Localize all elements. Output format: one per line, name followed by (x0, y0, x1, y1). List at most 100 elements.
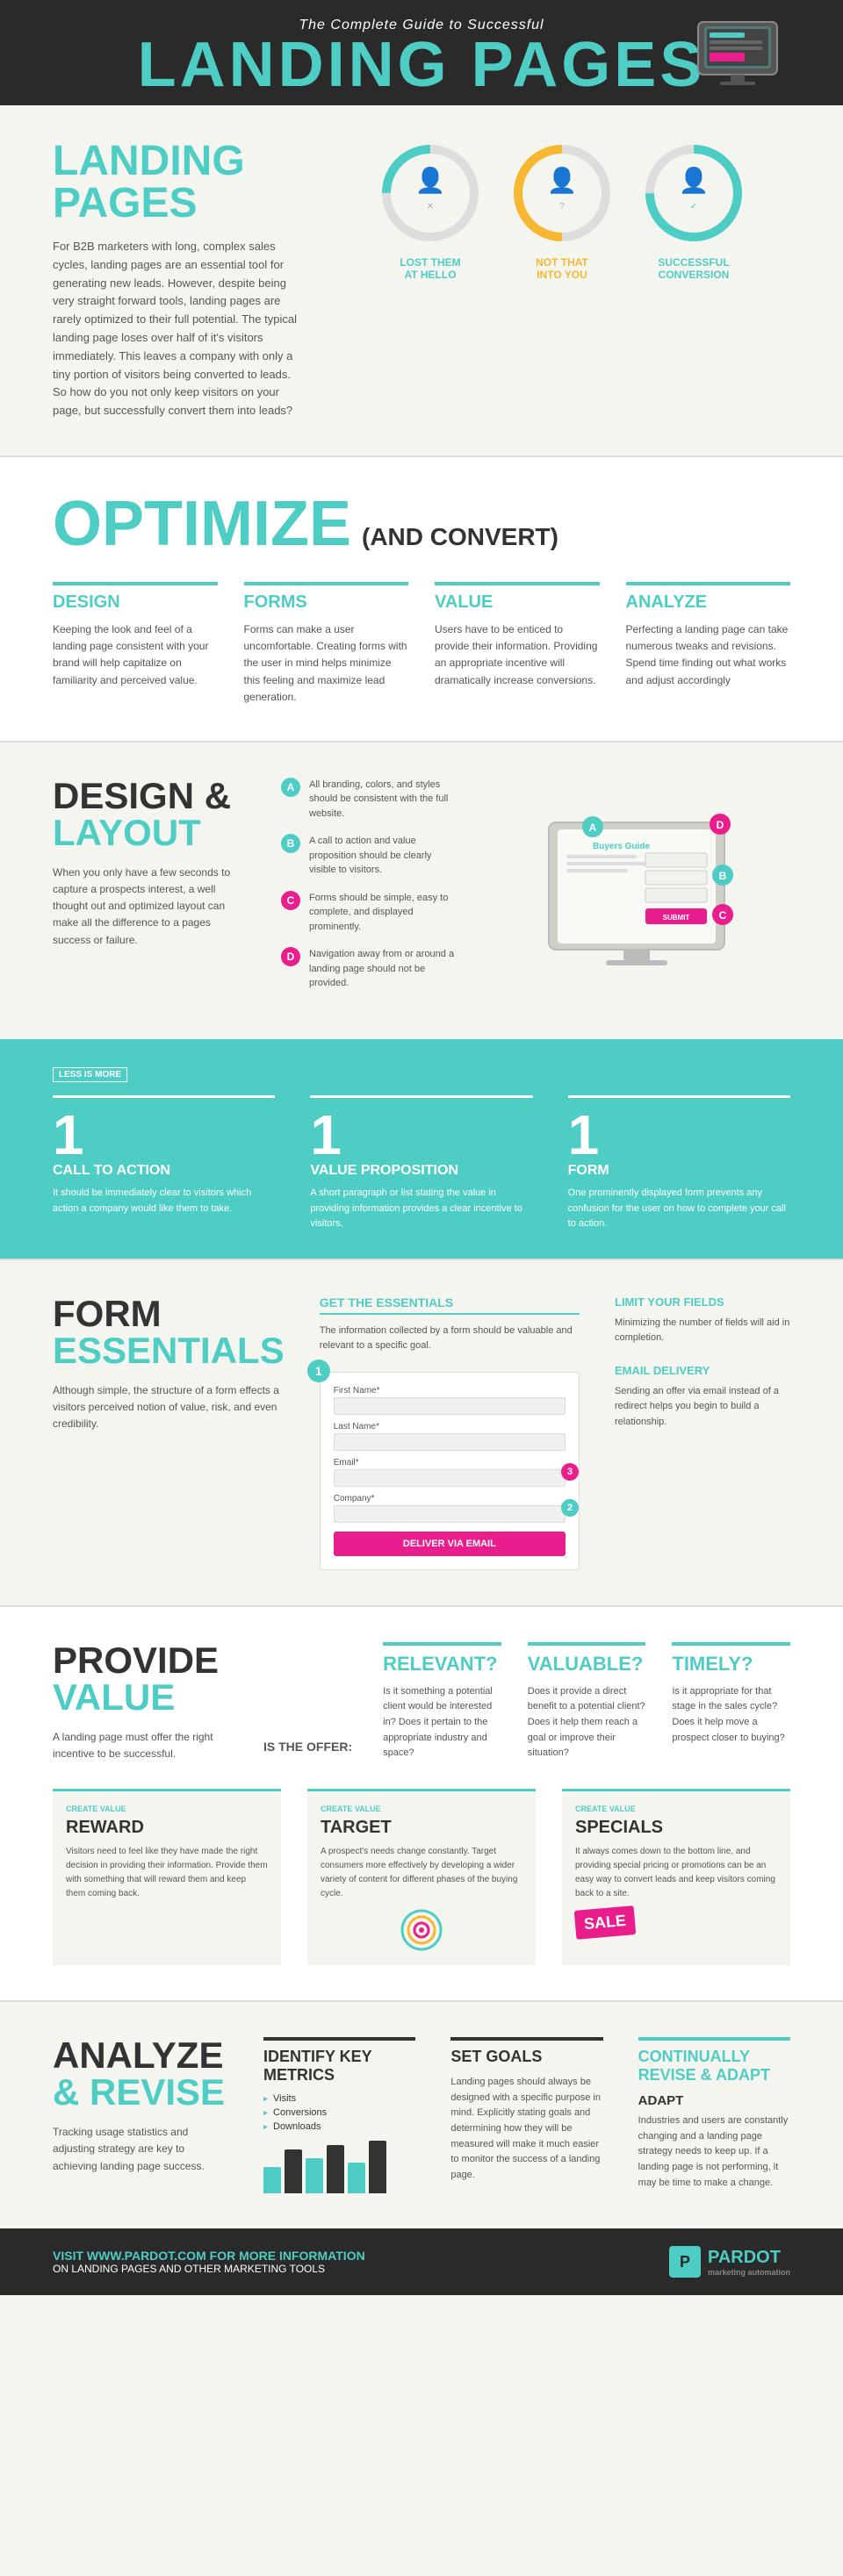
value-question-valuable: VALUABLE? Does it provide a direct benef… (528, 1642, 646, 1762)
analyze-title: ANALYZE & REVISE (53, 2037, 228, 2111)
circle-successful: 👤 ✓ SUCCESSFUL CONVERSION (641, 140, 746, 282)
point-letter-b: B (281, 834, 300, 853)
email-delivery-text: Sending an offer via email instead of a … (615, 1384, 790, 1431)
intro-left: LANDING PAGES For B2B marketers with lon… (53, 140, 299, 420)
optimize-cols: DESIGN Keeping the look and feel of a la… (53, 582, 790, 706)
form-field-company: Company* 2 (334, 1494, 566, 1523)
value-card-specials: CREATE VALUE SPECIALS It always comes do… (562, 1789, 790, 1965)
less-col-value-prop: 1 VALUE PROPOSITION A short paragraph or… (310, 1095, 532, 1232)
continually-title: CONTINUALLY REVISE & ADAPT (638, 2037, 790, 2084)
form-label-lastname: Last Name* (334, 1422, 566, 1432)
design-layout-section: DESIGN & LAYOUT When you only have a few… (0, 743, 843, 1039)
form-input-firstname[interactable] (334, 1397, 566, 1415)
limit-title: LIMIT YOUR FIELDS (615, 1295, 790, 1309)
set-goals-text: Landing pages should always be designed … (450, 2075, 602, 2183)
point-text-c: Forms should be simple, easy to complete… (309, 891, 457, 935)
form-left: FORM ESSENTIALS Although simple, the str… (53, 1295, 285, 1570)
optimize-design-title: DESIGN (53, 582, 218, 613)
svg-text:✕: ✕ (427, 202, 434, 212)
value-cards: CREATE VALUE REWARD Visitors need to fee… (53, 1789, 790, 1965)
design-point-c: C Forms should be simple, easy to comple… (281, 891, 457, 935)
svg-text:B: B (719, 870, 727, 882)
bar-1 (263, 2167, 281, 2193)
analyze-text: Tracking usage statistics and adjusting … (53, 2124, 228, 2175)
optimize-title: OPTIMIZE (AND CONVERT) (53, 492, 790, 556)
metrics-bar-chart (263, 2141, 415, 2193)
target-card-text: A prospect's needs change constantly. Ta… (321, 1845, 522, 1901)
timely-text: Is it appropriate for that stage in the … (672, 1684, 790, 1746)
less-col-form: 1 FORM One prominently displayed form pr… (568, 1095, 790, 1232)
form-submit-btn[interactable]: DELIVER VIA EMAIL (334, 1532, 566, 1556)
less-num-2: 1 (310, 1107, 532, 1163)
intro-circles: 👤 ✕ LOST THEM AT HELLO 👤 ? NOT THAT (334, 140, 790, 299)
specials-card-text: It always comes down to the bottom line,… (575, 1845, 777, 1901)
less-tag: LESS IS MORE (53, 1067, 127, 1082)
design-right: A All branding, colors, and styles shoul… (281, 778, 790, 1004)
svg-text:Buyers Guide: Buyers Guide (593, 842, 650, 851)
form-label-company: Company* (334, 1494, 566, 1503)
provide-value-text: A landing page must offer the right ince… (53, 1729, 228, 1762)
design-point-b: B A call to action and value proposition… (281, 834, 457, 878)
form-num-2: 2 (561, 1499, 579, 1517)
circle-svg-2: 👤 ? (509, 140, 615, 246)
footer-url[interactable]: WWW.PARDOT.COM (87, 2249, 206, 2263)
optimize-value-text: Users have to be enticed to provide thei… (435, 621, 600, 689)
analyze-revise-section: ANALYZE & REVISE Tracking usage statisti… (0, 2002, 843, 2228)
design-title: DESIGN & LAYOUT (53, 778, 246, 851)
analyze-inner: ANALYZE & REVISE Tracking usage statisti… (53, 2037, 790, 2193)
analyze-col-continually: CONTINUALLY REVISE & ADAPT ADAPT Industr… (638, 2037, 790, 2193)
circle-label-2: NOT THAT INTO YOU (536, 256, 588, 282)
footer-text-line3: ON LANDING PAGES AND OTHER MARKETING TOO… (53, 2263, 365, 2275)
form-field-email: Email* 3 (334, 1458, 566, 1487)
optimize-value-title: VALUE (435, 582, 600, 613)
relevant-text: Is it something a potential client would… (383, 1684, 501, 1762)
svg-text:SUBMIT: SUBMIT (663, 914, 690, 922)
adapt-text: Industries and users are constantly chan… (638, 2113, 790, 2191)
point-letter-c: C (281, 891, 300, 910)
circle-wrap-3: 👤 ✓ (641, 140, 746, 246)
form-input-lastname[interactable] (334, 1433, 566, 1451)
relevant-title: RELEVANT? (383, 1642, 501, 1675)
form-center: GET THE ESSENTIALS The information colle… (320, 1295, 580, 1570)
form-right: LIMIT YOUR FIELDS Minimizing the number … (615, 1295, 790, 1570)
logo-icon: P (669, 2246, 701, 2278)
form-num-pin-1: 1 (307, 1360, 330, 1382)
reward-card-label: CREATE VALUE (66, 1805, 268, 1813)
form-input-company[interactable] (334, 1505, 566, 1523)
reward-card-title: REWARD (66, 1818, 268, 1838)
design-left: DESIGN & LAYOUT When you only have a few… (53, 778, 246, 1004)
value-top: PROVIDE VALUE A landing page must offer … (53, 1642, 790, 1762)
identify-metrics-title: IDENTIFY KEY METRICS (263, 2037, 415, 2084)
svg-text:✓: ✓ (690, 202, 697, 212)
analyze-col-goals: SET GOALS Landing pages should always be… (450, 2037, 602, 2193)
form-essentials-title: FORM ESSENTIALS (53, 1295, 285, 1369)
value-question-timely: TIMELY? Is it appropriate for that stage… (672, 1642, 790, 1762)
svg-text:D: D (717, 819, 724, 831)
optimize-col-design: DESIGN Keeping the look and feel of a la… (53, 582, 218, 706)
optimize-col-forms: FORMS Forms can make a user uncomfortabl… (244, 582, 409, 706)
provide-value-section: PROVIDE VALUE A landing page must offer … (0, 1607, 843, 2000)
optimize-forms-title: FORMS (244, 582, 409, 613)
form-input-email[interactable] (334, 1469, 566, 1487)
bar-6 (369, 2141, 386, 2193)
header-section: The Complete Guide to Successful LANDING… (0, 0, 843, 105)
email-delivery-title: EMAIL DELIVERY (615, 1364, 790, 1377)
monitor-wrapper: A D B C Buyers Guide (531, 805, 742, 976)
form-label-firstname: First Name* (334, 1386, 566, 1396)
value-left: PROVIDE VALUE A landing page must offer … (53, 1642, 228, 1762)
point-text-a: All branding, colors, and styles should … (309, 778, 457, 822)
form-mockup: 1 First Name* Last Name* Email* 3 Compan… (320, 1372, 580, 1570)
less-vp-title: VALUE PROPOSITION (310, 1163, 532, 1179)
metrics-list: Visits Conversions Downloads (263, 2093, 415, 2132)
less-cta-title: CALL TO ACTION (53, 1163, 275, 1179)
bar-3 (306, 2158, 323, 2193)
point-text-b: A call to action and value proposition s… (309, 834, 457, 878)
logo-subtext: marketing automation (708, 2268, 790, 2277)
design-points: A All branding, colors, and styles shoul… (281, 778, 457, 1004)
specials-card-title: SPECIALS (575, 1818, 777, 1838)
form-field-firstname: First Name* (334, 1386, 566, 1415)
point-letter-d: D (281, 947, 300, 966)
is-offer-label: IS THE OFFER: (263, 1642, 352, 1762)
set-goals-title: SET GOALS (450, 2037, 602, 2066)
circle-lost-them: 👤 ✕ LOST THEM AT HELLO (378, 140, 483, 282)
